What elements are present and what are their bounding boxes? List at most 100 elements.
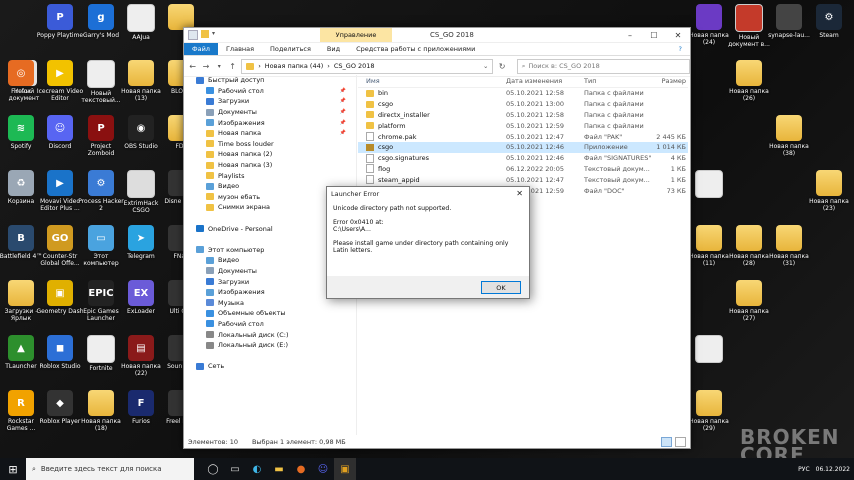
- tree-item[interactable]: Сеть: [184, 361, 356, 372]
- desktop-icon-label: Новая папка (29): [689, 418, 729, 432]
- tree-item[interactable]: Музыка: [184, 297, 356, 308]
- tab-view[interactable]: Вид: [319, 43, 348, 55]
- file-row[interactable]: platform 05.10.2021 12:59 Папка с файлами: [358, 120, 688, 131]
- tree-item-label: OneDrive - Personal: [208, 224, 273, 233]
- app-icon: ♻: [8, 170, 34, 196]
- desktop-icon[interactable]: Новая папка (38): [765, 115, 813, 157]
- tree-item[interactable]: Загрузки 📌: [184, 96, 356, 107]
- column-name[interactable]: Имя: [358, 77, 506, 85]
- maximize-button[interactable]: ☐: [642, 28, 666, 42]
- breadcrumb-current[interactable]: CS_GO 2018: [334, 62, 375, 70]
- tree-item[interactable]: Новая папка (2): [184, 149, 356, 160]
- app-icon: F: [128, 390, 154, 416]
- desktop-icon[interactable]: Новая папка (31): [765, 225, 813, 267]
- file-type: Файл "SIGNATURES": [584, 154, 652, 163]
- task-view-icon[interactable]: ◯: [202, 458, 224, 480]
- firefox-icon[interactable]: ●: [290, 458, 312, 480]
- file-row[interactable]: bin 05.10.2021 12:58 Папка с файлами: [358, 88, 688, 99]
- recent-dropdown-icon[interactable]: ▾: [215, 63, 224, 70]
- tree-item[interactable]: Локальный диск (C:): [184, 329, 356, 340]
- desktop-icon[interactable]: [685, 335, 733, 365]
- tab-file[interactable]: Файл: [184, 43, 218, 55]
- explorer-icon[interactable]: ▬: [268, 458, 290, 480]
- desktop-icon[interactable]: Новая папка (29): [685, 390, 733, 432]
- task-view-icon[interactable]: ▭: [224, 458, 246, 480]
- refresh-icon[interactable]: ↻: [497, 62, 506, 71]
- file-name-cell: flog: [358, 164, 506, 174]
- clock-date[interactable]: 06.12.2022: [816, 466, 850, 473]
- tree-item[interactable]: Playlists: [184, 170, 356, 181]
- new-folder-icon[interactable]: [201, 30, 209, 38]
- selection-info: Выбран 1 элемент: 0,98 МБ: [251, 438, 346, 446]
- tree-item[interactable]: Локальный диск (E:): [184, 340, 356, 351]
- folder-icon: [696, 225, 722, 251]
- details-view-icon[interactable]: [661, 437, 672, 447]
- edge-icon[interactable]: ◐: [246, 458, 268, 480]
- file-row[interactable]: csgo 05.10.2021 12:46 Приложение 1 014 КБ: [358, 141, 688, 153]
- tree-item[interactable]: Изображения 📌: [184, 117, 356, 128]
- app-icon: ☺: [47, 115, 73, 141]
- desktop-icon[interactable]: [685, 170, 733, 200]
- dropdown-icon[interactable]: ▾: [212, 30, 220, 38]
- tab-app-tools[interactable]: Средства работы с приложениями: [348, 43, 483, 55]
- file-row[interactable]: csgo.signatures 05.10.2021 12:46 Файл "SIG…: [358, 153, 688, 164]
- close-button[interactable]: ✕: [666, 28, 690, 42]
- file-row[interactable]: steam_appid 05.10.2021 12:47 Текстовый док…: [358, 174, 688, 185]
- column-type[interactable]: Тип: [584, 77, 656, 85]
- language-indicator[interactable]: РУС: [798, 466, 809, 473]
- ok-button[interactable]: OK: [481, 281, 521, 294]
- tree-item[interactable]: Time boss louder: [184, 139, 356, 150]
- properties-icon[interactable]: [188, 30, 198, 40]
- tree-item[interactable]: Новая папка (3): [184, 160, 356, 171]
- start-button[interactable]: ⊞: [0, 458, 26, 480]
- folder-icon: [366, 100, 374, 108]
- file-row[interactable]: chrome.pak 05.10.2021 12:47 Файл "PAK" 2 44…: [358, 131, 688, 142]
- desktop-icon[interactable]: Новая папка (26): [725, 60, 773, 102]
- file-row[interactable]: flog 06.12.2022 20:05 Текстовый докум... 1 …: [358, 164, 688, 175]
- file-row[interactable]: csgo 05.10.2021 13:00 Папка с файлами: [358, 99, 688, 110]
- address-dropdown-icon[interactable]: ⌄: [483, 62, 488, 70]
- tree-item[interactable]: Быстрый доступ: [184, 75, 356, 86]
- address-path[interactable]: › Новая папка (44) › CS_GO 2018 ⌄: [241, 58, 494, 74]
- img-icon: [206, 119, 214, 127]
- back-icon[interactable]: ←: [188, 62, 197, 71]
- column-headers: Имя Дата изменения Тип Размер: [358, 75, 688, 88]
- dialog-close-icon[interactable]: ✕: [516, 189, 523, 198]
- minimize-button[interactable]: –: [618, 28, 642, 42]
- desktop-icon[interactable]: Новая папка (27): [725, 280, 773, 322]
- tree-item[interactable]: Документы 📌: [184, 107, 356, 118]
- tree-item-label: Загрузки: [218, 277, 250, 286]
- tiles-view-icon[interactable]: [675, 437, 686, 447]
- file-date: 05.10.2021 13:00: [506, 100, 565, 109]
- up-icon[interactable]: ↑: [228, 62, 237, 71]
- tree-item[interactable]: Новая папка 📌: [184, 128, 356, 139]
- forward-icon[interactable]: →: [201, 62, 210, 71]
- tab-share[interactable]: Поделиться: [262, 43, 319, 55]
- taskbar-search-placeholder: Введите здесь текст для поиска: [40, 465, 162, 473]
- file-row[interactable]: directx_installer 05.10.2021 12:58 Папка с…: [358, 110, 688, 121]
- desktop-icon-label: Steam: [819, 32, 839, 39]
- desktop-icon[interactable]: ⚙ Steam: [805, 4, 853, 39]
- app-icon: ⚙: [816, 4, 842, 30]
- search-input[interactable]: ⌕ Поиск в: CS_GO 2018: [516, 58, 691, 74]
- tree-item[interactable]: Объемные объекты: [184, 308, 356, 319]
- column-size[interactable]: Размер: [656, 77, 686, 85]
- taskbar-search[interactable]: ⌕ Введите здесь текст для поиска: [26, 458, 194, 480]
- item-count: Элементов: 10: [188, 438, 238, 446]
- manage-context-tab[interactable]: Управление: [320, 28, 392, 42]
- pin-icon: 📌: [339, 98, 346, 105]
- column-date[interactable]: Дата изменения: [506, 77, 584, 85]
- breadcrumb-parent[interactable]: Новая папка (44): [265, 62, 323, 70]
- csgo-launcher-icon[interactable]: ▣: [334, 458, 356, 480]
- tree-item[interactable]: Рабочий стол: [184, 319, 356, 330]
- tab-home[interactable]: Главная: [218, 43, 262, 55]
- tree-item[interactable]: Рабочий стол 📌: [184, 86, 356, 97]
- folder-icon: [206, 172, 214, 180]
- help-icon[interactable]: ?: [671, 43, 690, 55]
- blue-icon: [206, 320, 214, 328]
- file-size: 73 КБ: [666, 186, 686, 195]
- desktop-icon[interactable]: Новая папка (23): [805, 170, 853, 212]
- discord-icon[interactable]: ☺: [312, 458, 334, 480]
- app-icon: [87, 60, 115, 88]
- folder-icon: [366, 122, 374, 130]
